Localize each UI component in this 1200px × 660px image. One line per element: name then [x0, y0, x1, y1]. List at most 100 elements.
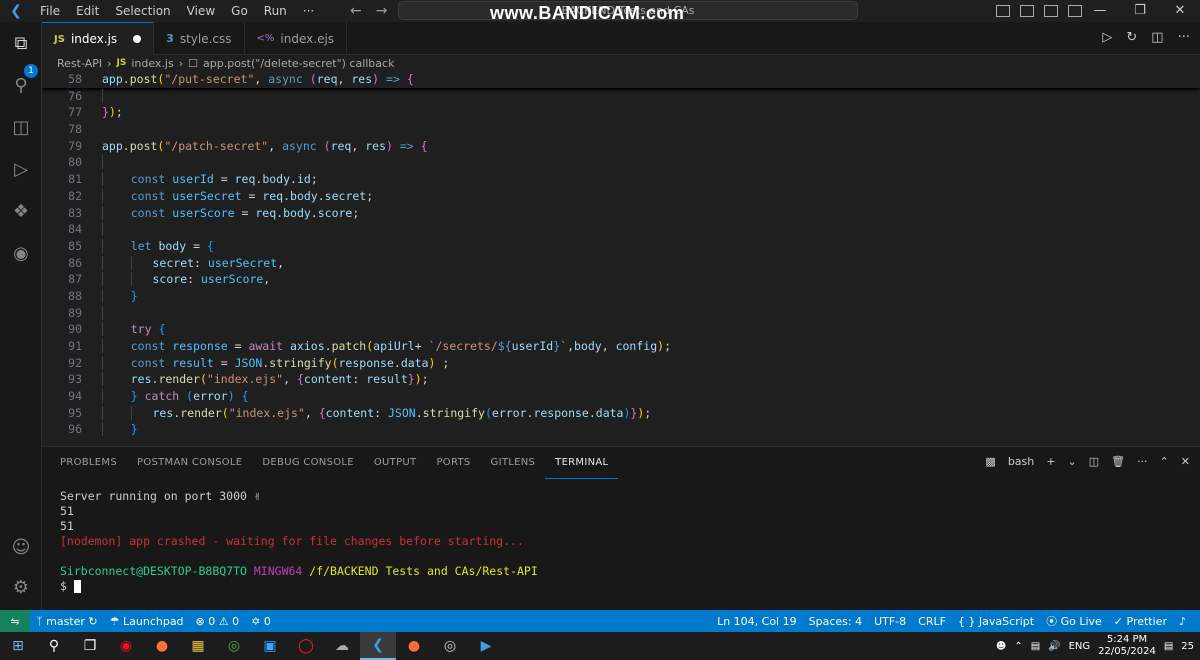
chrome-icon[interactable]: ◎: [216, 632, 252, 660]
firefox-icon[interactable]: ●: [144, 632, 180, 660]
terminal-cursor: [73, 580, 81, 593]
run-debug-icon[interactable]: ▷: [9, 158, 33, 182]
chevron-down-icon[interactable]: ⌄: [1067, 455, 1076, 468]
menu-file[interactable]: File: [32, 0, 68, 22]
menu-go[interactable]: Go: [223, 0, 256, 22]
breadcrumb-symbol[interactable]: app.post("/delete-secret") callback: [203, 57, 394, 70]
code-editor[interactable]: 58 app.post("/put-secret", async (req, re…: [42, 71, 1200, 446]
trash-icon[interactable]: 🗑: [1111, 455, 1125, 468]
volume-icon[interactable]: 🔊: [1048, 641, 1060, 652]
language-mode[interactable]: { } JavaScript: [952, 615, 1040, 628]
network-icon[interactable]: ▤: [1031, 641, 1040, 652]
media-player-icon[interactable]: ◎: [432, 632, 468, 660]
more-actions-icon[interactable]: ···: [1178, 30, 1190, 45]
terminal-prompt: Sirbconnect@DESKTOP-B8BQ7TO MINGW64 /f/B…: [60, 564, 538, 579]
tab-postman-console[interactable]: POSTMAN CONSOLE: [127, 447, 252, 479]
tab-output[interactable]: OUTPUT: [364, 447, 427, 479]
problems-status[interactable]: ⊗ 0 ⚠ 0: [190, 615, 246, 628]
search-icon[interactable]: ⚲: [9, 74, 33, 98]
line-ending[interactable]: CRLF: [912, 615, 952, 628]
settings-gear-icon[interactable]: ⚙: [9, 576, 33, 600]
forward-arrow-icon[interactable]: →: [376, 3, 388, 19]
unsaved-dot-icon[interactable]: [133, 35, 142, 43]
postman-icon[interactable]: ●: [396, 632, 432, 660]
account-icon[interactable]: ☺: [9, 536, 33, 560]
tab-index-ejs[interactable]: <% index.ejs: [245, 22, 348, 55]
tab-gitlens[interactable]: GITLENS: [481, 447, 546, 479]
error-icon: ⊗: [195, 614, 205, 628]
close-panel-icon[interactable]: ✕: [1181, 455, 1190, 468]
close-icon[interactable]: ✕: [1160, 0, 1200, 22]
task-view-icon[interactable]: ❐: [72, 632, 108, 660]
file-explorer-icon[interactable]: ▦: [180, 632, 216, 660]
remote-icon[interactable]: ⇋: [0, 610, 30, 632]
code-line: 95 res.render("index.ejs", {content: JSO…: [68, 405, 652, 420]
show-hidden-icon[interactable]: ⌃: [1014, 641, 1022, 652]
run-file-icon[interactable]: ▷: [1102, 30, 1112, 45]
toggle-sidebar-icon[interactable]: [996, 5, 1010, 17]
tab-problems[interactable]: PROBLEMS: [50, 447, 127, 479]
tab-ports[interactable]: PORTS: [426, 447, 480, 479]
extensions-icon[interactable]: ❖: [9, 200, 33, 224]
opera-icon[interactable]: ◯: [288, 632, 324, 660]
breadcrumb-file[interactable]: index.js: [131, 57, 173, 70]
code-line: 90 try {: [68, 322, 166, 337]
launchpad-status[interactable]: ☂ Launchpad: [104, 615, 190, 628]
back-arrow-icon[interactable]: ←: [350, 3, 362, 19]
terminal-shell-label[interactable]: bash: [1008, 455, 1034, 468]
code-line: 77});: [68, 105, 123, 120]
explorer-icon[interactable]: ⧉: [9, 32, 33, 56]
source-control-icon[interactable]: ◫: [9, 116, 33, 140]
restore-icon[interactable]: ❐: [1120, 0, 1160, 22]
menu-selection[interactable]: Selection: [107, 0, 178, 22]
more-actions-icon[interactable]: ···: [1137, 455, 1148, 468]
terminal-output[interactable]: Server running on port 3000 ✌ 51 51 [nod…: [60, 489, 538, 594]
ports-status[interactable]: ✡ 0: [245, 615, 277, 628]
prettier-label: Prettier: [1126, 614, 1167, 628]
branch-status[interactable]: ᛉ master ↻: [30, 615, 104, 628]
tab-debug-console[interactable]: DEBUG CONSOLE: [252, 447, 363, 479]
sync-icon: ↻: [88, 614, 98, 628]
minimize-icon[interactable]: —: [1080, 0, 1120, 22]
toggle-secondary-sidebar-icon[interactable]: [1044, 5, 1058, 17]
cursor-position[interactable]: Ln 104, Col 19: [711, 615, 803, 628]
vscode-taskbar-icon[interactable]: ❮: [360, 632, 396, 660]
gitlens-icon[interactable]: ◉: [9, 242, 33, 266]
new-terminal-icon[interactable]: +: [1046, 455, 1055, 468]
indentation[interactable]: Spaces: 4: [803, 615, 868, 628]
code-line: 80: [42, 154, 1200, 171]
tab-index-js[interactable]: JS index.js: [42, 22, 155, 55]
menu-view[interactable]: View: [179, 0, 223, 22]
encoding[interactable]: UTF-8: [868, 615, 912, 628]
notifications-bell-icon[interactable]: ♪: [1173, 615, 1192, 628]
people-icon[interactable]: ☻: [996, 641, 1006, 652]
tab-terminal[interactable]: TERMINAL: [545, 448, 619, 479]
maximize-panel-icon[interactable]: ⌃: [1160, 455, 1169, 468]
code-line: 96 }: [68, 422, 138, 437]
breadcrumb-folder[interactable]: Rest-API: [57, 57, 102, 70]
terminal-input-line[interactable]: $: [60, 579, 538, 594]
timeline-icon[interactable]: ↻: [1126, 30, 1137, 45]
input-language[interactable]: ENG: [1069, 641, 1091, 652]
search-icon[interactable]: ⚲: [36, 632, 72, 660]
terminal-icon: ▩: [985, 455, 996, 468]
prettier[interactable]: ✓ Prettier: [1108, 615, 1173, 628]
notification-center-icon[interactable]: ▤: [1164, 641, 1173, 652]
menu-edit[interactable]: Edit: [68, 0, 107, 22]
app-icon[interactable]: ☁: [324, 632, 360, 660]
code-line: 81 const userId = req.body.id;: [68, 172, 318, 187]
windows-start-icon[interactable]: ⊞: [0, 632, 36, 660]
photoshop-icon[interactable]: ▣: [252, 632, 288, 660]
toggle-panel-icon[interactable]: [1020, 5, 1034, 17]
split-editor-icon[interactable]: ◫: [1151, 30, 1163, 45]
menu-more[interactable]: ···: [295, 0, 322, 22]
split-terminal-icon[interactable]: ◫: [1089, 455, 1099, 468]
code-line: 86 secret: userSecret,: [68, 255, 285, 270]
bandicam-record-icon[interactable]: ◉: [108, 632, 144, 660]
go-live[interactable]: ⦿ Go Live: [1040, 613, 1108, 629]
video-app-icon[interactable]: ▶: [468, 632, 504, 660]
editor-tabs: JS index.js 3 style.css <% index.ejs: [42, 22, 1200, 55]
clock[interactable]: 5:24 PM 22/05/2024: [1098, 634, 1156, 658]
menu-run[interactable]: Run: [256, 0, 295, 22]
tab-style-css[interactable]: 3 style.css: [154, 22, 245, 55]
